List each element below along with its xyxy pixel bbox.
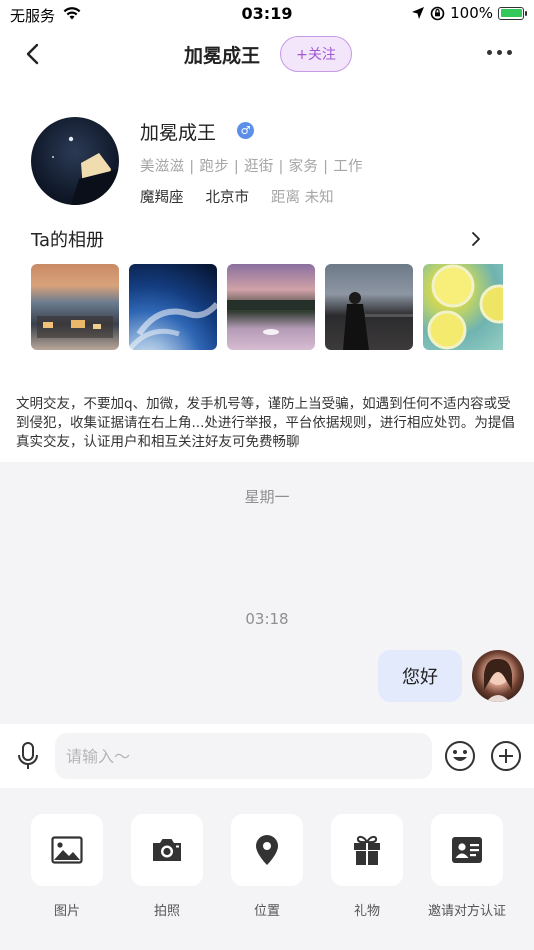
rotation-lock-icon	[430, 6, 445, 20]
camera-icon	[153, 839, 181, 861]
my-avatar[interactable]	[472, 650, 524, 702]
input-bar	[0, 724, 534, 788]
album-title: Ta的相册	[31, 230, 105, 251]
nav-bar: 加冕成王 +关注	[0, 30, 534, 78]
image-icon	[51, 836, 83, 864]
plus-icon[interactable]	[490, 740, 522, 772]
tool-verify-button[interactable]: 邀请对方认证	[417, 814, 517, 919]
tool-location-button[interactable]: 位置	[217, 814, 317, 919]
page-title: 加冕成王	[184, 45, 261, 67]
tool-label: 位置	[253, 904, 280, 919]
tool-image-button[interactable]: 图片	[17, 814, 117, 919]
tool-box[interactable]	[31, 814, 103, 886]
follow-button[interactable]: +关注	[280, 36, 352, 72]
tool-label: 图片	[53, 904, 80, 919]
tool-camera-button[interactable]: 拍照	[117, 814, 217, 919]
battery-icon	[498, 6, 527, 20]
back-arrow-icon[interactable]	[20, 40, 48, 68]
message-bubble[interactable]: 您好	[378, 650, 462, 702]
profile-meta: 魔羯座 北京市 距离 未知	[140, 186, 334, 207]
tool-label: 邀请对方认证	[427, 904, 506, 919]
tool-label: 礼物	[353, 904, 380, 919]
album-photo[interactable]	[31, 264, 119, 350]
profile-avatar[interactable]	[31, 117, 119, 205]
zodiac-label: 魔羯座	[140, 190, 184, 206]
album-photo[interactable]	[227, 264, 315, 350]
status-bar: 无服务 03:19 100%	[0, 0, 534, 30]
chat-time-label: 03:18	[245, 610, 289, 628]
microphone-icon[interactable]	[14, 740, 42, 772]
chevron-right-icon[interactable]	[468, 230, 484, 248]
profile-interest-tags: 美滋滋 | 跑步 | 逛街 | 家务 | 工作	[140, 159, 363, 175]
tool-box[interactable]	[431, 814, 503, 886]
album-photo[interactable]	[325, 264, 413, 350]
location-pin-icon	[256, 835, 278, 865]
profile-name: 加冕成王	[140, 122, 217, 144]
tool-box[interactable]	[131, 814, 203, 886]
album-photo[interactable]	[129, 264, 217, 350]
emoji-icon[interactable]	[444, 740, 476, 772]
safety-notice: 文明交友，不要加q、加微，发手机号等，谨防上当受骗，如遇到任何不适内容或受到侵犯…	[16, 396, 515, 450]
gift-icon	[354, 835, 380, 865]
tool-label: 拍照	[153, 904, 180, 919]
album-photo[interactable]	[423, 264, 503, 350]
chat-day-label: 星期一	[244, 488, 290, 506]
tool-gift-button[interactable]: 礼物	[317, 814, 417, 919]
status-right: 100%	[411, 4, 527, 22]
tool-box[interactable]	[331, 814, 403, 886]
battery-percent: 100%	[450, 4, 493, 22]
location-arrow-icon	[412, 7, 425, 19]
id-card-icon	[452, 837, 482, 863]
distance-label: 距离 未知	[271, 190, 334, 206]
tool-panel: 图片 拍照 位置 礼物 邀请对方认证	[0, 788, 534, 950]
city-label: 北京市	[205, 190, 250, 206]
more-options-icon[interactable]	[487, 50, 512, 55]
chat-area: 星期一 03:18 您好	[0, 462, 534, 724]
album-strip	[31, 264, 503, 350]
message-input[interactable]	[55, 733, 432, 779]
tool-box[interactable]	[231, 814, 303, 886]
male-gender-icon: ♂	[237, 122, 254, 139]
